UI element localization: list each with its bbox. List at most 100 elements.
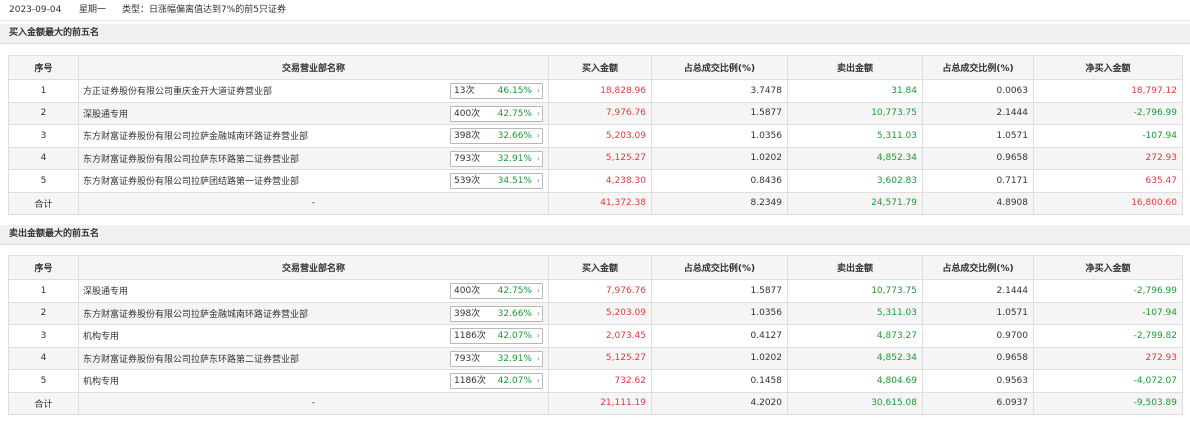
broker-name-link[interactable]: 机构专用 bbox=[83, 332, 119, 342]
total-row: 合计 -21,111.19 4.2020 30,615.08 6.0937 -9,503.… bbox=[8, 391, 1183, 415]
sell-amount-cell: 4,852.34 bbox=[787, 146, 923, 170]
sell-top5-table: 序号 交易营业部名称 买入金额 占总成交比例(%) 卖出金额 占总成交比例(%) 净买入金额… bbox=[8, 255, 1183, 415]
sell-ratio-cell: 1.0571 bbox=[922, 124, 1034, 148]
sell-amount-cell: 31.84 bbox=[787, 79, 923, 103]
sell-ratio-cell: 0.9658 bbox=[922, 346, 1034, 370]
sell-ratio-cell: 0.9700 bbox=[922, 324, 1034, 348]
success-rate: 42.07% bbox=[497, 331, 532, 341]
net-buy-cell: -2,796.99 bbox=[1033, 279, 1183, 303]
column-header[interactable]: 卖出金额 bbox=[787, 255, 923, 280]
broker-cell: 东方财富证券股份有限公司拉萨金融城南环路证券营业部 398次 32.66% › bbox=[78, 301, 549, 325]
broker-name-link[interactable]: 东方财富证券股份有限公司拉萨金融城南环路证券营业部 bbox=[83, 132, 308, 142]
sell-ratio-cell: 2.1444 bbox=[922, 101, 1034, 125]
appearance-count: 398次 bbox=[454, 308, 481, 319]
sell-amount-cell: 10,773.75 bbox=[787, 279, 923, 303]
broker-name-link[interactable]: 深股通专用 bbox=[83, 287, 128, 297]
top-info-bar: 2023-09-04 星期一 类型：日涨幅偏离值达到7%的前5只证券 bbox=[0, 0, 1190, 21]
rank-cell: 4 bbox=[8, 346, 79, 370]
total-buy-cell: 41,372.38 bbox=[548, 191, 652, 215]
broker-cell: 深股通专用 400次 42.75% › bbox=[78, 101, 549, 125]
column-header[interactable]: 占总成交比例(%) bbox=[922, 255, 1034, 280]
column-header[interactable]: 交易营业部名称 bbox=[78, 255, 549, 280]
column-header[interactable]: 占总成交比例(%) bbox=[651, 255, 788, 280]
total-buy-cell: 21,111.19 bbox=[548, 391, 652, 415]
success-rate: 34.51% bbox=[497, 176, 532, 186]
total-sell-ratio-cell: 4.8908 bbox=[922, 191, 1034, 215]
chevron-right-icon: › bbox=[536, 153, 540, 163]
broker-stats-tag[interactable]: 539次 34.51% › bbox=[450, 173, 543, 189]
broker-name-link[interactable]: 东方财富证券股份有限公司拉萨东环路第二证券营业部 bbox=[83, 155, 299, 165]
net-buy-cell: -107.94 bbox=[1033, 124, 1183, 148]
broker-name-link[interactable]: 东方财富证券股份有限公司拉萨团结路第一证券营业部 bbox=[83, 177, 299, 187]
broker-stats-tag[interactable]: 398次 32.66% › bbox=[450, 305, 543, 322]
broker-stats-tag[interactable]: 400次 42.75% › bbox=[450, 105, 543, 122]
column-header[interactable]: 卖出金额 bbox=[787, 55, 923, 80]
broker-stats-tag[interactable]: 400次 42.75% › bbox=[450, 283, 543, 299]
success-rate: 42.75% bbox=[497, 108, 532, 119]
broker-stats-tag[interactable]: 1186次 42.07% › bbox=[450, 373, 543, 389]
column-header[interactable]: 买入金额 bbox=[548, 55, 652, 80]
table-row: 3 东方财富证券股份有限公司拉萨金融城南环路证券营业部 398次 32.66% › 5,2… bbox=[8, 124, 1183, 148]
sell-amount-cell: 4,804.69 bbox=[787, 369, 923, 393]
buy-ratio-cell: 1.5877 bbox=[651, 279, 788, 303]
buy-ratio-cell: 1.0356 bbox=[651, 124, 788, 148]
broker-cell: 东方财富证券股份有限公司拉萨金融城南环路证券营业部 398次 32.66% › bbox=[78, 124, 549, 148]
broker-name-link[interactable]: 东方财富证券股份有限公司拉萨金融城南环路证券营业部 bbox=[83, 310, 308, 320]
broker-stats-tag[interactable]: 398次 32.66% › bbox=[450, 128, 543, 144]
sell-amount-cell: 4,873.27 bbox=[787, 324, 923, 348]
total-buy-ratio-cell: 4.2020 bbox=[651, 391, 788, 415]
buy-top5-table: 序号 交易营业部名称 买入金额 占总成交比例(%) 卖出金额 占总成交比例(%) 净买入金额… bbox=[8, 55, 1183, 215]
table-row: 4 东方财富证券股份有限公司拉萨东环路第二证券营业部 793次 32.91% › 5,12… bbox=[8, 146, 1183, 170]
column-header[interactable]: 序号 bbox=[8, 255, 79, 280]
total-sell-cell: 24,571.79 bbox=[787, 191, 923, 215]
broker-stats-tag[interactable]: 793次 32.91% › bbox=[450, 350, 543, 367]
chevron-right-icon: › bbox=[536, 376, 540, 385]
column-header[interactable]: 交易营业部名称 bbox=[78, 55, 549, 80]
appearance-count: 793次 bbox=[454, 353, 481, 364]
net-buy-cell: 272.93 bbox=[1033, 146, 1183, 170]
buy-ratio-cell: 1.0202 bbox=[651, 346, 788, 370]
chevron-right-icon: › bbox=[536, 176, 540, 185]
total-sell-ratio-cell: 6.0937 bbox=[922, 391, 1034, 415]
buy-ratio-cell: 1.0202 bbox=[651, 146, 788, 170]
buy-amount-cell: 7,976.76 bbox=[548, 101, 652, 125]
broker-stats-tag[interactable]: 1186次 42.07% › bbox=[450, 328, 543, 344]
chevron-right-icon: › bbox=[536, 86, 540, 95]
net-buy-cell: -2,799.82 bbox=[1033, 324, 1183, 348]
broker-name-link[interactable]: 东方财富证券股份有限公司拉萨东环路第二证券营业部 bbox=[83, 355, 299, 365]
rank-cell: 5 bbox=[8, 369, 79, 393]
table-header-row: 序号 交易营业部名称 买入金额 占总成交比例(%) 卖出金额 占总成交比例(%) 净买入金额 bbox=[8, 55, 1183, 80]
broker-cell: 东方财富证券股份有限公司拉萨东环路第二证券营业部 793次 32.91% › bbox=[78, 346, 549, 370]
buy-amount-cell: 4,238.30 bbox=[548, 169, 652, 193]
column-header[interactable]: 占总成交比例(%) bbox=[922, 55, 1034, 80]
net-buy-cell: -2,796.99 bbox=[1033, 101, 1183, 125]
broker-name-link[interactable]: 深股通专用 bbox=[83, 110, 128, 120]
rank-cell: 3 bbox=[8, 324, 79, 348]
broker-name-link[interactable]: 方正证券股份有限公司重庆金开大道证券营业部 bbox=[83, 87, 272, 97]
column-header[interactable]: 买入金额 bbox=[548, 255, 652, 280]
buy-ratio-cell: 3.7478 bbox=[651, 79, 788, 103]
buy-ratio-cell: 0.4127 bbox=[651, 324, 788, 348]
buy-amount-cell: 732.62 bbox=[548, 369, 652, 393]
chevron-right-icon: › bbox=[536, 286, 540, 295]
buy-amount-cell: 5,125.27 bbox=[548, 146, 652, 170]
column-header[interactable]: 净买入金额 bbox=[1033, 255, 1183, 280]
sell-ratio-cell: 0.9563 bbox=[922, 369, 1034, 393]
total-name-cell: - bbox=[78, 191, 549, 215]
total-net-cell: -9,503.89 bbox=[1033, 391, 1183, 415]
table-row: 1 方正证券股份有限公司重庆金开大道证券营业部 13次 46.15% › 18,828.9… bbox=[8, 79, 1183, 103]
success-rate: 32.91% bbox=[497, 153, 532, 164]
broker-name-link[interactable]: 机构专用 bbox=[83, 377, 119, 387]
column-header[interactable]: 占总成交比例(%) bbox=[651, 55, 788, 80]
broker-stats-tag[interactable]: 13次 46.15% › bbox=[450, 83, 543, 99]
sell-section-title: 卖出金额最大的前五名 bbox=[0, 225, 1190, 245]
broker-cell: 机构专用 1186次 42.07% › bbox=[78, 324, 549, 348]
table-row: 1 深股通专用 400次 42.75% › 7,976.76 1.5877 10,773.75… bbox=[8, 279, 1183, 303]
column-header[interactable]: 序号 bbox=[8, 55, 79, 80]
buy-amount-cell: 7,976.76 bbox=[548, 279, 652, 303]
appearance-count: 1186次 bbox=[454, 376, 486, 386]
chevron-right-icon: › bbox=[536, 353, 540, 363]
broker-stats-tag[interactable]: 793次 32.91% › bbox=[450, 150, 543, 167]
appearance-count: 400次 bbox=[454, 108, 481, 119]
column-header[interactable]: 净买入金额 bbox=[1033, 55, 1183, 80]
